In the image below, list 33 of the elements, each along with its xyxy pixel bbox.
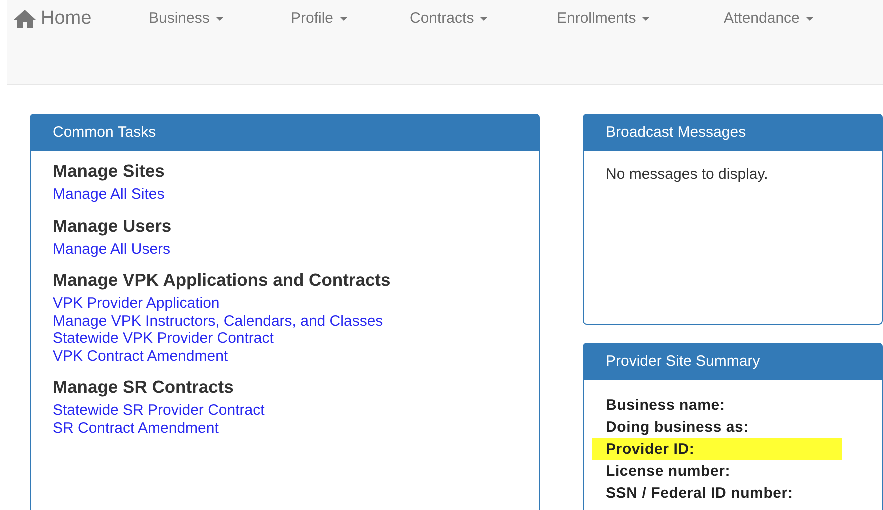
section-heading: Manage Users <box>53 216 173 236</box>
section-heading: Manage SR Contracts <box>53 377 235 398</box>
field-label: Doing business as: <box>606 418 749 436</box>
home-link[interactable]: Home <box>13 8 149 30</box>
panel-title: Common Tasks <box>31 115 539 151</box>
task-link[interactable]: Manage VPK Instructors, Calendars, and Classes <box>53 312 517 330</box>
field-label: SSN / Federal ID number: <box>606 484 794 502</box>
task-link[interactable]: Statewide VPK Provider Contract <box>53 330 517 348</box>
nav-menu[interactable]: Profile <box>291 8 410 27</box>
section-heading: Manage VPK Applications and Contracts <box>53 270 392 291</box>
field-label: License number: <box>606 462 731 480</box>
nav-menu[interactable]: Business <box>149 8 291 27</box>
task-link[interactable]: VPK Contract Amendment <box>53 348 517 365</box>
caret-icon <box>806 16 814 20</box>
nav-menu[interactable]: Attendance <box>724 8 874 27</box>
empty-message: No messages to display. <box>606 166 770 183</box>
panel-title: Provider Site Summary <box>584 344 882 380</box>
task-link[interactable]: SR Contract Amendment <box>53 420 517 437</box>
task-link[interactable]: Statewide SR Provider Contract <box>53 402 517 420</box>
nav-menu[interactable]: Enrollments <box>557 8 724 27</box>
section-heading: Manage Sites <box>53 161 166 182</box>
nav-menu[interactable]: Contracts <box>410 8 557 27</box>
panel-title: Broadcast Messages <box>584 115 882 151</box>
field-label: Provider ID: <box>606 440 695 458</box>
task-link[interactable]: Manage All Sites <box>53 186 517 204</box>
task-link[interactable]: VPK Provider Application <box>53 295 517 312</box>
home-icon <box>13 9 37 29</box>
caret-icon <box>216 16 224 20</box>
caret-icon <box>642 16 650 20</box>
task-link[interactable]: Manage All Users <box>53 240 517 258</box>
caret-icon <box>340 16 348 20</box>
caret-icon <box>480 16 488 20</box>
field-label: Business name: <box>606 396 726 414</box>
